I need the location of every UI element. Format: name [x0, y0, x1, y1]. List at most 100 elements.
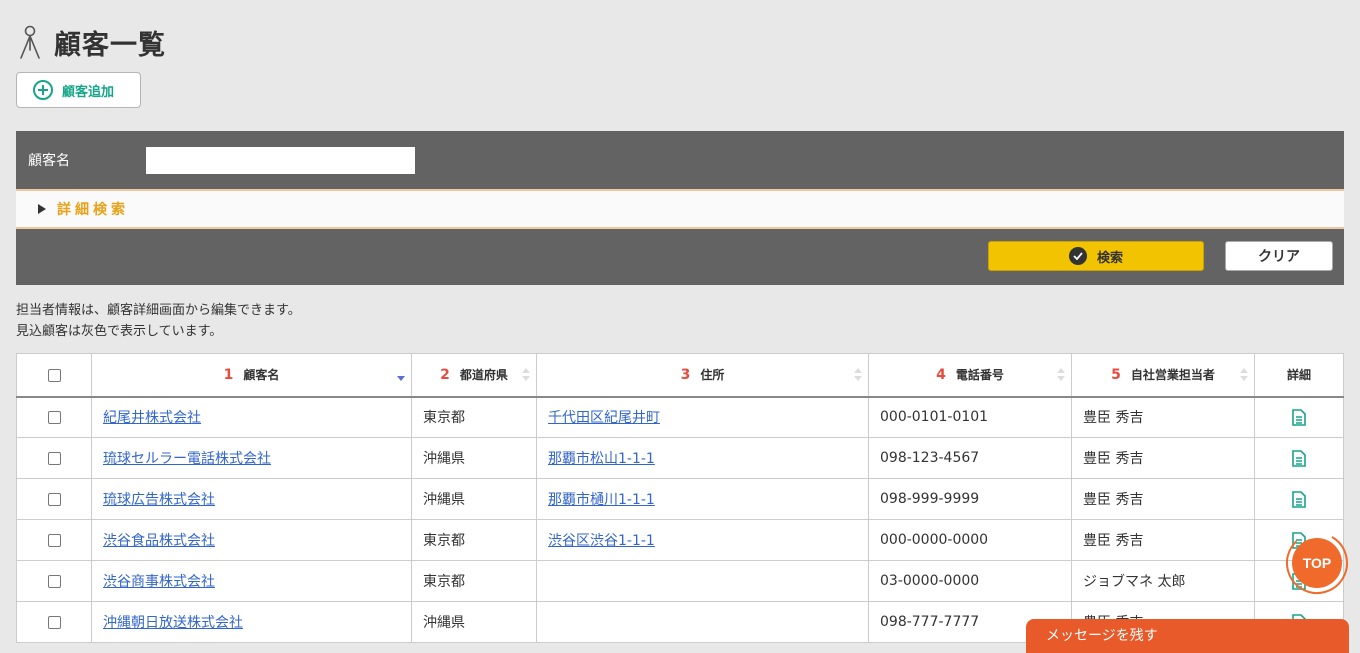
- address-cell: 那覇市樋川1-1-1: [536, 478, 869, 520]
- customer-name-link[interactable]: 渋谷商事株式会社: [103, 574, 215, 590]
- check-circle-icon: [1068, 247, 1087, 265]
- row-checkbox[interactable]: [47, 492, 61, 506]
- prefecture-cell: 沖縄県: [411, 478, 537, 520]
- row-checkbox[interactable]: [47, 533, 61, 547]
- column-header-sales-rep[interactable]: 5 自社営業担当者: [1071, 353, 1255, 397]
- phone-cell: 098-123-4567: [868, 437, 1072, 479]
- column-header-prefecture[interactable]: 2 都道府県: [411, 353, 537, 397]
- page-title: 顧客一覧: [54, 29, 166, 61]
- search-panel: 顧客名 詳細検索 検索 クリア: [16, 131, 1344, 285]
- note-prospect: 見込顧客は灰色で表示しています。: [16, 324, 223, 339]
- search-name-row: 顧客名: [16, 131, 1344, 189]
- column-header-detail: 詳細: [1254, 353, 1344, 397]
- row-select-cell: [16, 396, 92, 438]
- column-label: 顧客名: [243, 368, 280, 383]
- document-icon[interactable]: [1292, 490, 1306, 508]
- detail-cell: [1254, 437, 1344, 479]
- address-cell: [536, 560, 869, 602]
- table-row: 琉球セルラー電話株式会社 沖縄県 那覇市松山1-1-1 098-123-4567…: [16, 437, 1344, 479]
- column-label: 電話番号: [955, 368, 1004, 383]
- sales-rep-cell: 豊臣 秀吉: [1071, 396, 1255, 438]
- person-icon: [20, 25, 40, 59]
- customer-name-cell: 琉球セルラー電話株式会社: [91, 437, 412, 479]
- sales-rep-cell: 豊臣 秀吉: [1071, 437, 1255, 479]
- row-checkbox[interactable]: [47, 574, 61, 588]
- column-label: 自社営業担当者: [1130, 368, 1215, 383]
- address-cell: 渋谷区渋谷1-1-1: [536, 519, 869, 561]
- document-icon[interactable]: [1292, 449, 1306, 467]
- sort-order-number: 2: [440, 367, 450, 384]
- customer-name-input[interactable]: [146, 146, 415, 174]
- column-header-name[interactable]: 1 顧客名: [91, 353, 412, 397]
- address-cell: [536, 601, 869, 643]
- row-checkbox[interactable]: [47, 451, 61, 465]
- customer-name-cell: 琉球広告株式会社: [91, 478, 412, 520]
- scroll-to-top-button[interactable]: TOP: [1284, 530, 1350, 596]
- sort-order-number: 1: [223, 367, 234, 384]
- select-all-cell: [16, 353, 92, 397]
- sort-order-number: 4: [936, 367, 946, 384]
- search-button[interactable]: 検索: [988, 241, 1204, 271]
- column-label: 住所: [700, 368, 725, 383]
- customer-name-link[interactable]: 琉球セルラー電話株式会社: [103, 451, 271, 467]
- customer-name-link[interactable]: 紀尾井株式会社: [103, 410, 201, 426]
- address-cell: 千代田区紀尾井町: [536, 396, 869, 438]
- customer-name-link[interactable]: 渋谷食品株式会社: [103, 533, 215, 549]
- note-contact-info: 担当者情報は、顧客詳細画面から編集できます。: [16, 303, 301, 318]
- table-row: 渋谷食品株式会社 東京都 渋谷区渋谷1-1-1 000-0000-0000 豊臣…: [16, 519, 1344, 561]
- detail-cell: [1254, 396, 1344, 438]
- customer-name-cell: 沖縄朝日放送株式会社: [91, 601, 412, 643]
- sort-arrow-icon[interactable]: [1057, 368, 1065, 382]
- advanced-search-toggle[interactable]: 詳細検索: [16, 189, 1344, 229]
- advanced-search-label: 詳細検索: [57, 202, 129, 218]
- column-header-phone[interactable]: 4 電話番号: [868, 353, 1072, 397]
- top-button-label: TOP: [1303, 555, 1332, 571]
- customer-name-cell: 渋谷食品株式会社: [91, 519, 412, 561]
- address-link[interactable]: 那覇市樋川1-1-1: [548, 492, 655, 508]
- prefecture-cell: 東京都: [411, 519, 537, 561]
- row-select-cell: [16, 437, 92, 479]
- prefecture-cell: 東京都: [411, 560, 537, 602]
- customer-name-label: 顧客名: [28, 153, 70, 169]
- column-header-address[interactable]: 3 住所: [536, 353, 869, 397]
- phone-cell: 000-0000-0000: [868, 519, 1072, 561]
- row-select-cell: [16, 601, 92, 643]
- add-customer-button[interactable]: 顧客追加: [16, 72, 141, 108]
- triangle-right-icon: [38, 204, 46, 214]
- page-header: 顧客一覧: [16, 22, 166, 62]
- sales-rep-cell: 豊臣 秀吉: [1071, 519, 1255, 561]
- address-link[interactable]: 那覇市松山1-1-1: [548, 451, 655, 467]
- row-checkbox[interactable]: [47, 410, 61, 424]
- customer-name-link[interactable]: 琉球広告株式会社: [103, 492, 215, 508]
- column-label: 都道府県: [459, 368, 508, 383]
- clear-button[interactable]: クリア: [1225, 241, 1333, 271]
- address-cell: 那覇市松山1-1-1: [536, 437, 869, 479]
- leave-message-bar[interactable]: メッセージを残す: [1026, 619, 1349, 653]
- sort-arrow-icon[interactable]: [522, 368, 530, 382]
- sort-order-number: 5: [1111, 367, 1121, 384]
- select-all-checkbox[interactable]: [47, 368, 61, 382]
- search-actions-row: 検索 クリア: [16, 229, 1344, 285]
- customer-name-cell: 紀尾井株式会社: [91, 396, 412, 438]
- prefecture-cell: 沖縄県: [411, 437, 537, 479]
- row-select-cell: [16, 560, 92, 602]
- sort-arrow-icon[interactable]: [854, 368, 862, 382]
- row-select-cell: [16, 478, 92, 520]
- table-header-row: 1 顧客名 2 都道府県 3 住所 4 電話番号 5 自社営業担当者 詳細: [16, 353, 1344, 397]
- document-icon[interactable]: [1292, 408, 1306, 426]
- prefecture-cell: 沖縄県: [411, 601, 537, 643]
- row-select-cell: [16, 519, 92, 561]
- customer-table: 1 顧客名 2 都道府県 3 住所 4 電話番号 5 自社営業担当者 詳細 紀尾井株式会社…: [16, 353, 1344, 643]
- sort-arrow-icon[interactable]: [397, 368, 405, 382]
- sales-rep-cell: ジョブマネ 太郎: [1071, 560, 1255, 602]
- address-link[interactable]: 千代田区紀尾井町: [548, 410, 660, 426]
- customer-name-link[interactable]: 沖縄朝日放送株式会社: [103, 615, 243, 631]
- sales-rep-cell: 豊臣 秀吉: [1071, 478, 1255, 520]
- table-row: 渋谷商事株式会社 東京都 03-0000-0000 ジョブマネ 太郎: [16, 560, 1344, 602]
- row-checkbox[interactable]: [47, 615, 61, 629]
- plus-circle-icon: [33, 80, 53, 100]
- sort-arrow-icon[interactable]: [1240, 368, 1248, 382]
- phone-cell: 000-0101-0101: [868, 396, 1072, 438]
- phone-cell: 03-0000-0000: [868, 560, 1072, 602]
- address-link[interactable]: 渋谷区渋谷1-1-1: [548, 533, 655, 549]
